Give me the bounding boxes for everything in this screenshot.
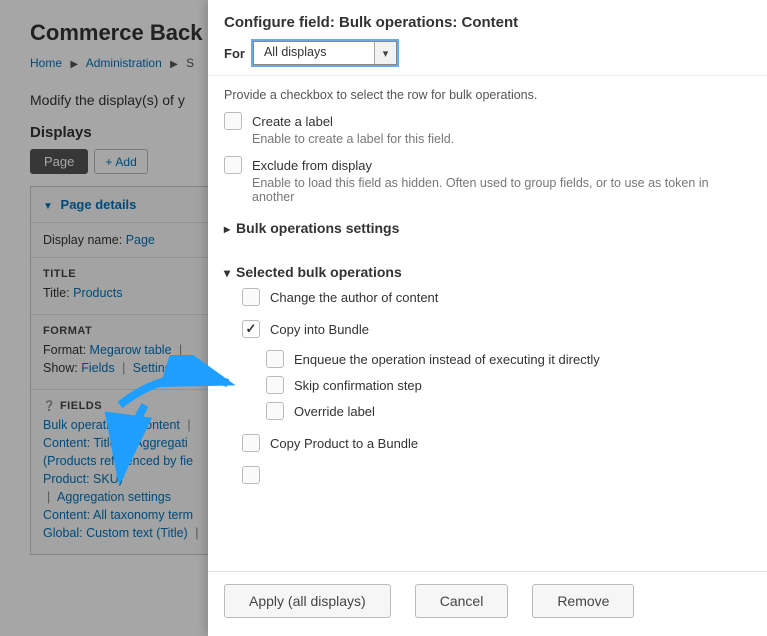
cancel-button[interactable]: Cancel <box>415 584 509 618</box>
modal-help-text: Provide a checkbox to select the row for… <box>224 88 751 102</box>
configure-field-modal: Configure field: Bulk operations: Conten… <box>208 0 767 636</box>
op-override-checkbox[interactable] <box>266 402 284 420</box>
create-label-checkbox[interactable] <box>224 112 242 130</box>
op-skip-label: Skip confirmation step <box>294 378 422 393</box>
create-label-text: Create a label <box>252 114 333 129</box>
op-copy-bundle-label: Copy into Bundle <box>270 322 369 337</box>
exclude-checkbox[interactable] <box>224 156 242 174</box>
exclude-text: Exclude from display <box>252 158 372 173</box>
for-select-value: All displays <box>254 42 374 64</box>
modal-title: Configure field: Bulk operations: Conten… <box>224 14 751 31</box>
op-copy-product-label: Copy Product to a Bundle <box>270 436 418 451</box>
for-label: For <box>224 46 245 61</box>
op-override-label: Override label <box>294 404 375 419</box>
bulk-settings-label: Bulk operations settings <box>236 220 399 236</box>
op-enqueue-checkbox[interactable] <box>266 350 284 368</box>
op-extra-checkbox[interactable] <box>242 466 260 484</box>
chevron-right-icon <box>224 220 230 236</box>
op-enqueue-label: Enqueue the operation instead of executi… <box>294 352 600 367</box>
op-copy-product-checkbox[interactable] <box>242 434 260 452</box>
op-change-author-checkbox[interactable] <box>242 288 260 306</box>
chevron-down-icon <box>224 264 230 280</box>
op-change-author-label: Change the author of content <box>270 290 438 305</box>
selected-ops-toggle[interactable]: Selected bulk operations <box>224 264 751 280</box>
bulk-settings-toggle[interactable]: Bulk operations settings <box>224 220 751 236</box>
for-select[interactable]: All displays <box>253 41 397 65</box>
remove-button[interactable]: Remove <box>532 584 634 618</box>
apply-button[interactable]: Apply (all displays) <box>224 584 391 618</box>
op-skip-checkbox[interactable] <box>266 376 284 394</box>
create-label-help: Enable to create a label for this field. <box>252 132 751 146</box>
exclude-help: Enable to load this field as hidden. Oft… <box>252 176 751 204</box>
chevron-down-icon[interactable] <box>374 42 396 64</box>
op-copy-bundle-checkbox[interactable] <box>242 320 260 338</box>
selected-ops-label: Selected bulk operations <box>236 264 402 280</box>
